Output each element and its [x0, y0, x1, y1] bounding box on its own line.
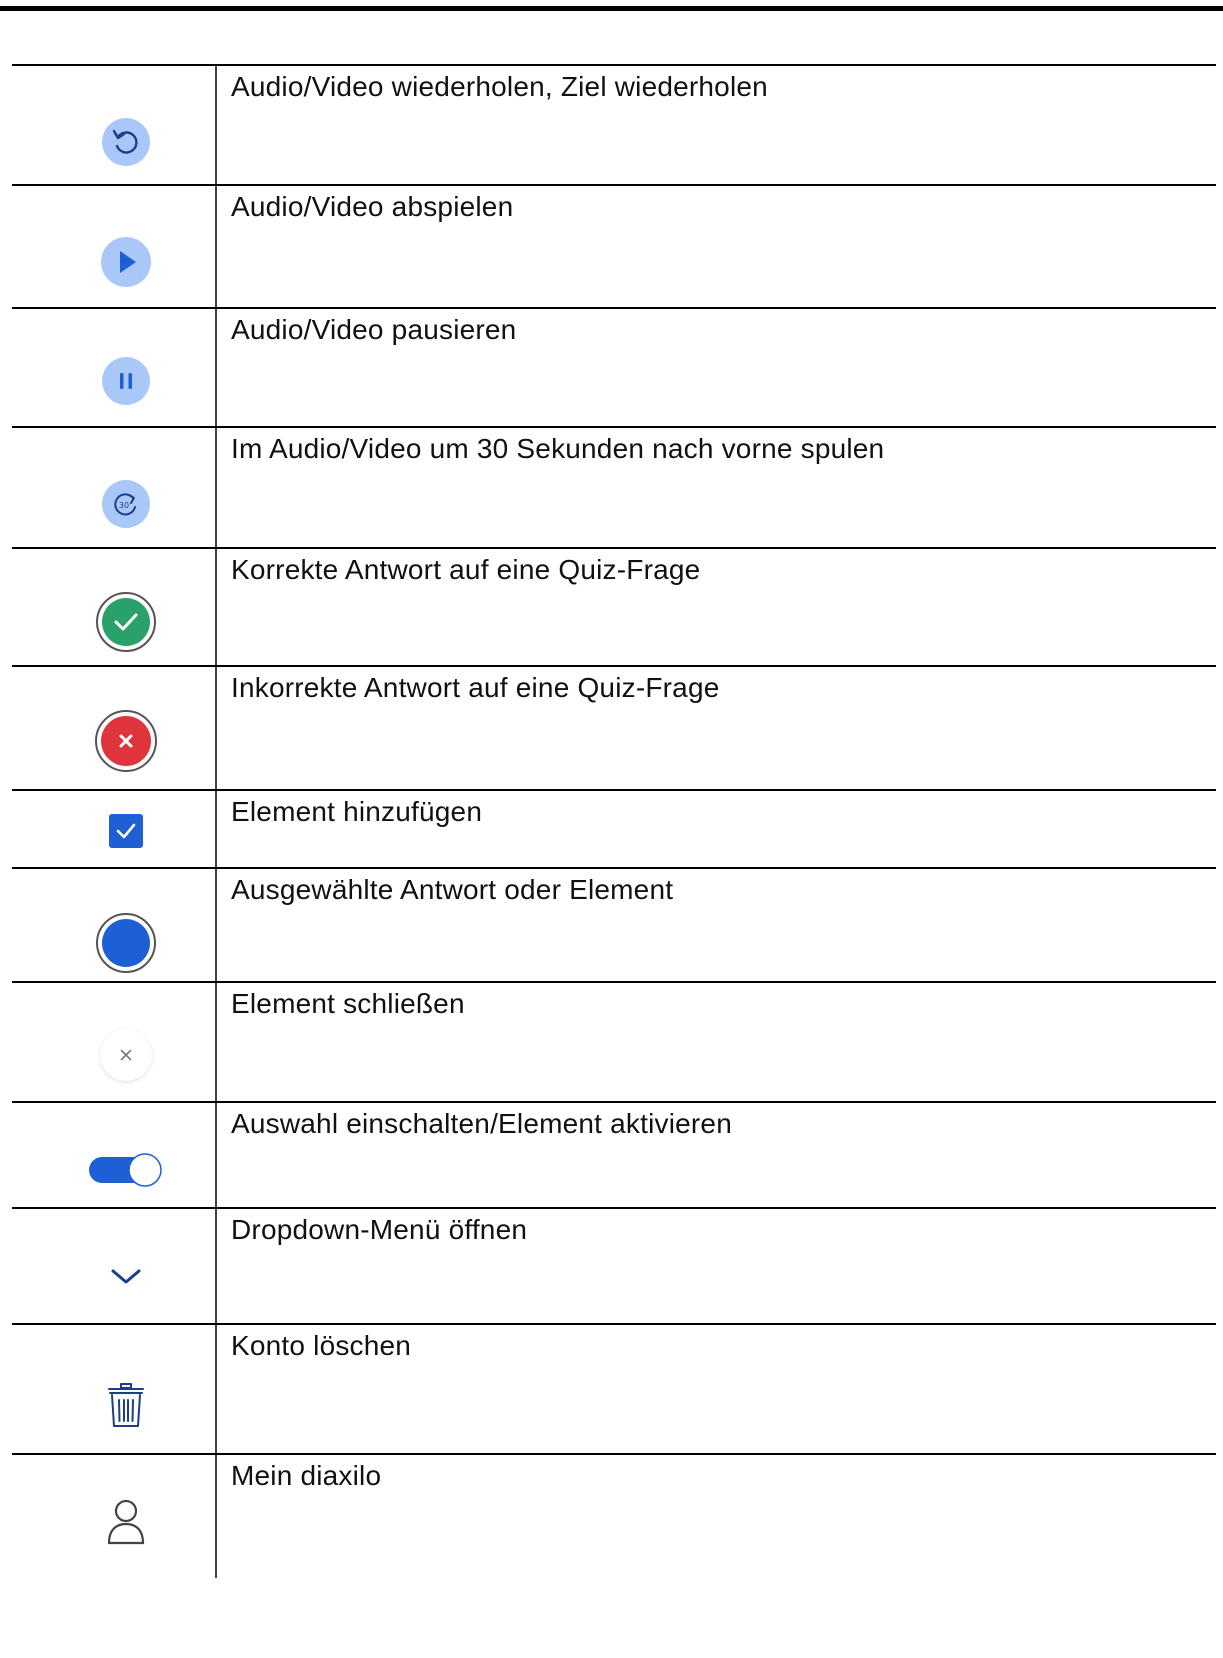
icon-cell [12, 667, 217, 789]
icon-cell [12, 1209, 217, 1323]
top-rule [0, 6, 1223, 11]
radio-selected-icon [95, 912, 157, 974]
legend-row-forward-30: 30 Im Audio/Video um 30 Sekunden nach vo… [12, 426, 1216, 547]
replay-icon [101, 117, 151, 167]
legend-label: Im Audio/Video um 30 Sekunden nach vorne… [231, 433, 885, 464]
legend-row-radio: Ausgewählte Antwort oder Element [12, 867, 1216, 981]
icon-legend-table: Audio/Video wiederholen, Ziel wiederhole… [12, 64, 1216, 1578]
legend-label: Element hinzufügen [231, 796, 483, 827]
legend-row-checkbox: Element hinzufügen [12, 789, 1216, 867]
icon-cell [12, 1455, 217, 1578]
correct-check-icon [95, 591, 157, 653]
legend-label: Auswahl einschalten/Element aktivieren [231, 1108, 732, 1139]
legend-row-delete-account: Konto löschen [12, 1323, 1216, 1453]
checkbox-checked-icon [105, 810, 147, 852]
incorrect-cross-icon [94, 709, 158, 773]
icon-cell [12, 309, 217, 426]
icon-cell [12, 791, 217, 867]
pause-icon [101, 356, 151, 406]
trash-icon [104, 1379, 148, 1431]
legend-row-pause: Audio/Video pausieren [12, 307, 1216, 426]
legend-row-replay: Audio/Video wiederholen, Ziel wiederhole… [12, 64, 1216, 184]
legend-label: Element schließen [231, 988, 465, 1019]
icon-cell [12, 869, 217, 981]
legend-row-my-account: Mein diaxilo [12, 1453, 1216, 1578]
user-icon [104, 1497, 148, 1549]
legend-label: Audio/Video pausieren [231, 314, 517, 345]
toggle-on-icon [87, 1150, 165, 1190]
forward-30-icon: 30 [101, 479, 151, 529]
icon-cell [12, 1325, 217, 1453]
icon-cell [12, 186, 217, 307]
icon-cell [12, 549, 217, 665]
legend-label: Konto löschen [231, 1330, 412, 1361]
legend-row-close: Element schließen [12, 981, 1216, 1101]
play-icon [100, 236, 152, 288]
icon-cell [12, 66, 217, 184]
legend-label: Mein diaxilo [231, 1460, 382, 1491]
legend-row-dropdown: Dropdown-Menü öffnen [12, 1207, 1216, 1323]
legend-label: Ausgewählte Antwort oder Element [231, 874, 674, 905]
legend-row-correct: Korrekte Antwort auf eine Quiz-Frage [12, 547, 1216, 665]
legend-label: Inkorrekte Antwort auf eine Quiz-Frage [231, 672, 720, 703]
legend-label: Dropdown-Menü öffnen [231, 1214, 528, 1245]
close-icon [96, 1025, 156, 1085]
legend-row-incorrect: Inkorrekte Antwort auf eine Quiz-Frage [12, 665, 1216, 789]
legend-label: Audio/Video abspielen [231, 191, 514, 222]
legend-row-toggle: Auswahl einschalten/Element aktivieren [12, 1101, 1216, 1207]
chevron-down-icon [104, 1263, 148, 1289]
legend-row-play: Audio/Video abspielen [12, 184, 1216, 307]
legend-label: Korrekte Antwort auf eine Quiz-Frage [231, 554, 701, 585]
legend-label: Audio/Video wiederholen, Ziel wiederhole… [231, 71, 768, 102]
icon-cell: 30 [12, 428, 217, 547]
icon-cell [12, 983, 217, 1101]
forward-30-icon-text: 30 [119, 501, 129, 510]
icon-cell [12, 1103, 217, 1207]
